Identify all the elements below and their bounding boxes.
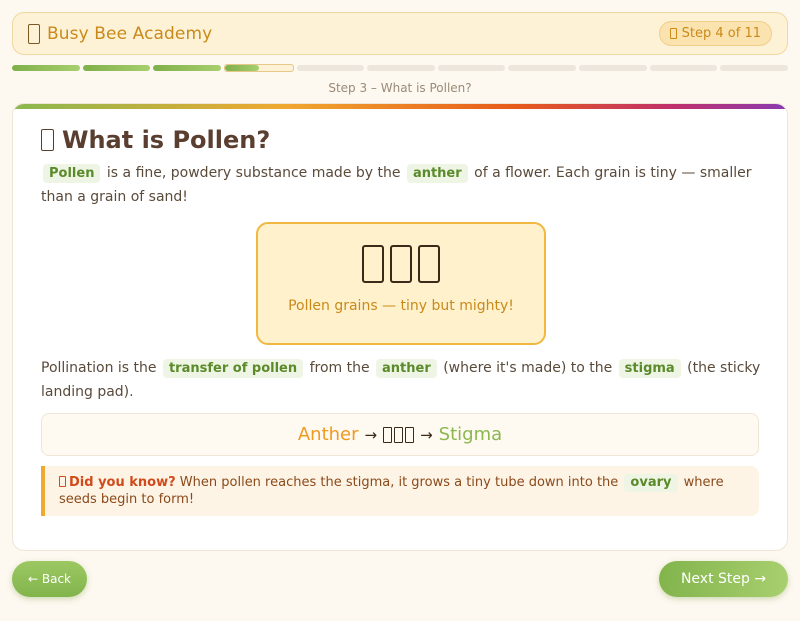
- term-tag: Pollen: [43, 164, 101, 183]
- callout-text: When pollen reaches the stigma, it grows…: [179, 475, 619, 490]
- lesson-title: What is Pollen?: [41, 126, 270, 154]
- flow-anther: Anther: [297, 424, 359, 445]
- intro-paragraph: Pollen is a fine, powdery substance made…: [41, 161, 761, 209]
- pollination-paragraph: Pollination is the transfer of pollen fr…: [41, 356, 761, 404]
- pollen-icon: [405, 426, 415, 443]
- term-tag: stigma: [618, 359, 681, 378]
- step-counter-badge: Step 4 of 11: [658, 21, 772, 46]
- progress-segment: [296, 65, 365, 71]
- progress-segment: [153, 65, 221, 71]
- arrow-right-icon: →: [420, 425, 433, 444]
- progress-segment: [12, 65, 80, 71]
- term-tag: transfer of pollen: [162, 359, 304, 378]
- step-counter-label: Step 4 of 11: [681, 26, 761, 41]
- bee-icon: [27, 23, 41, 45]
- callout-lead: Did you know?: [69, 475, 176, 490]
- paragraph-text: is a fine, powdery substance made by the: [106, 165, 401, 181]
- flower-icon: [41, 129, 54, 151]
- pollen-icon: [390, 245, 412, 283]
- flow-stigma: Stigma: [438, 424, 503, 445]
- bee-icon: [669, 28, 677, 39]
- arrow-right-icon: →: [364, 425, 378, 444]
- progress-segment: [82, 65, 151, 71]
- lesson-title-text: What is Pollen?: [62, 126, 271, 154]
- paragraph-text: Pollination is the: [41, 360, 157, 376]
- pollen-icon: [383, 426, 393, 443]
- back-button[interactable]: ← Back: [12, 561, 87, 597]
- progress-segment: [649, 65, 718, 71]
- progress-segment: [508, 65, 577, 71]
- progress-segment: [367, 65, 435, 71]
- progress-bar: [12, 64, 789, 72]
- brand: Busy Bee Academy: [27, 23, 212, 45]
- pollination-flow: Anther → → Stigma: [41, 413, 759, 456]
- app-header: Busy Bee Academy Step 4 of 11: [12, 12, 788, 55]
- pollen-caption: Pollen grains — tiny but mighty!: [288, 298, 514, 314]
- pollen-icon: [418, 245, 440, 283]
- progress-segment-current: [223, 64, 294, 72]
- brand-title: Busy Bee Academy: [47, 23, 213, 44]
- term-tag: anther: [376, 359, 437, 378]
- lesson-card: What is Pollen? Pollen is a fine, powder…: [12, 103, 788, 551]
- pollen-grains: [383, 426, 415, 443]
- term-tag: anther: [406, 164, 468, 183]
- pollen-icon: [394, 426, 404, 443]
- pollen-icon: [362, 245, 384, 283]
- pollen-grains: [362, 245, 440, 283]
- progress-segment: [720, 65, 789, 71]
- step-caption: Step 3 – What is Pollen?: [328, 81, 472, 95]
- progress-segment: [437, 65, 506, 71]
- card-accent-bar: [13, 104, 787, 109]
- did-you-know-callout: Did you know? When pollen reaches the st…: [41, 466, 759, 516]
- term-tag: ovary: [624, 474, 678, 492]
- next-step-button[interactable]: Next Step →: [659, 561, 788, 597]
- progress-segment: [579, 65, 647, 71]
- paragraph-text: (where it's made) to the: [443, 360, 613, 376]
- bulb-icon: [59, 476, 66, 487]
- paragraph-text: from the: [309, 360, 370, 376]
- pollen-illustration: Pollen grains — tiny but mighty!: [256, 222, 546, 345]
